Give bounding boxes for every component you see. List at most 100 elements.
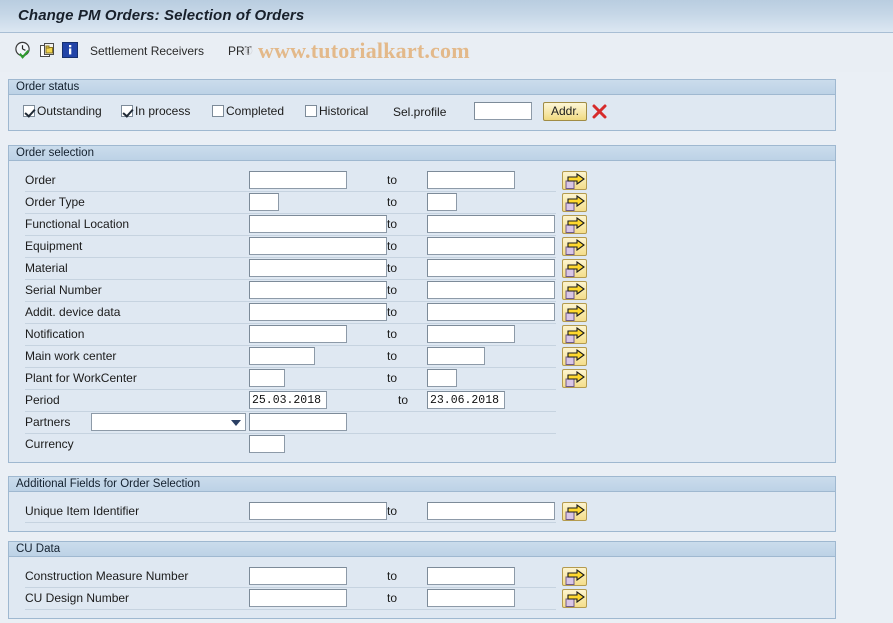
to-label-0: to <box>387 504 397 518</box>
field-label-5: Serial Number <box>25 283 102 297</box>
sap-screen: Change PM Orders: Selection of Orders Se… <box>0 0 893 623</box>
order-selection-header: Order selection <box>9 146 835 161</box>
field-to-2[interactable] <box>427 215 555 233</box>
field-to-3[interactable] <box>427 237 555 255</box>
order-status-panel: Order status Outstanding In process Comp… <box>8 79 836 131</box>
currency-label: Currency <box>25 437 74 451</box>
checkbox-in-process[interactable]: In process <box>121 104 190 118</box>
row-separator <box>25 411 556 412</box>
cu-data-panel: CU Data Construction Measure Number to CU … <box>8 541 836 619</box>
row-separator <box>25 367 556 368</box>
field-label-4: Material <box>25 261 68 275</box>
to-label-2: to <box>387 217 397 231</box>
field-label-7: Notification <box>25 327 84 341</box>
multi-select-arrow-icon-4[interactable] <box>562 259 587 278</box>
row-separator <box>25 345 556 346</box>
sel-profile-label: Sel.profile <box>393 105 446 119</box>
field-to-1[interactable] <box>427 193 457 211</box>
cu-data-header: CU Data <box>9 542 835 557</box>
field-from-2[interactable] <box>249 215 387 233</box>
field-from-5[interactable] <box>249 281 387 299</box>
field-from-0[interactable] <box>249 567 347 585</box>
field-from-1[interactable] <box>249 589 347 607</box>
chevron-down-icon[interactable] <box>231 420 241 426</box>
field-from-7[interactable] <box>249 325 347 343</box>
multi-select-arrow-icon-3[interactable] <box>562 237 587 256</box>
multi-select-arrow-icon-0[interactable] <box>562 171 587 190</box>
field-to-0[interactable] <box>427 171 515 189</box>
field-label-3: Equipment <box>25 239 82 253</box>
multi-select-arrow-icon-1[interactable] <box>562 589 587 608</box>
addr-button[interactable]: Addr. <box>543 102 587 121</box>
checkbox-historical[interactable]: Historical <box>305 104 368 118</box>
to-label-6: to <box>387 305 397 319</box>
row-separator <box>25 587 556 588</box>
checkbox-outstanding-box[interactable] <box>23 105 35 117</box>
field-to-8[interactable] <box>427 347 485 365</box>
order-status-header: Order status <box>9 80 835 95</box>
to-label-0: to <box>387 173 397 187</box>
field-from-3[interactable] <box>249 237 387 255</box>
multi-select-arrow-icon-7[interactable] <box>562 325 587 344</box>
checkbox-completed-label: Completed <box>226 104 284 118</box>
field-from-8[interactable] <box>249 347 315 365</box>
period-to-label: to <box>398 393 408 407</box>
copy-document-icon[interactable] <box>38 41 57 60</box>
field-to-0[interactable] <box>427 502 555 520</box>
to-label-0: to <box>387 569 397 583</box>
multi-select-arrow-icon-9[interactable] <box>562 369 587 388</box>
row-separator <box>25 235 556 236</box>
red-x-icon[interactable] <box>592 104 607 124</box>
field-to-9[interactable] <box>427 369 457 387</box>
execute-clock-icon[interactable] <box>14 41 33 60</box>
currency-input[interactable] <box>249 435 285 453</box>
page-title: Change PM Orders: Selection of Orders <box>18 7 304 24</box>
checkbox-outstanding-label: Outstanding <box>37 104 102 118</box>
row-separator <box>25 609 556 610</box>
settlement-receivers-button[interactable]: Settlement Receivers <box>90 44 204 58</box>
checkbox-completed-box[interactable] <box>212 105 224 117</box>
field-to-6[interactable] <box>427 303 555 321</box>
checkbox-in-process-label: In process <box>135 104 190 118</box>
multi-select-arrow-icon-2[interactable] <box>562 215 587 234</box>
to-label-3: to <box>387 239 397 253</box>
field-label-1: CU Design Number <box>25 591 129 605</box>
row-separator <box>25 279 556 280</box>
multi-select-arrow-icon-6[interactable] <box>562 303 587 322</box>
field-from-6[interactable] <box>249 303 387 321</box>
field-label-0: Construction Measure Number <box>25 569 188 583</box>
info-icon[interactable] <box>62 42 78 58</box>
field-to-1[interactable] <box>427 589 515 607</box>
field-to-0[interactable] <box>427 567 515 585</box>
field-from-1[interactable] <box>249 193 279 211</box>
field-label-2: Functional Location <box>25 217 129 231</box>
field-from-0[interactable] <box>249 502 387 520</box>
field-to-4[interactable] <box>427 259 555 277</box>
multi-select-arrow-icon-0[interactable] <box>562 567 587 586</box>
to-label-5: to <box>387 283 397 297</box>
multi-select-arrow-icon-5[interactable] <box>562 281 587 300</box>
field-to-7[interactable] <box>427 325 515 343</box>
field-from-9[interactable] <box>249 369 285 387</box>
field-label-9: Plant for WorkCenter <box>25 371 137 385</box>
sel-profile-input[interactable] <box>474 102 532 120</box>
period-from-input[interactable] <box>249 391 327 409</box>
partners-dropdown[interactable] <box>91 413 246 431</box>
field-label-0: Order <box>25 173 56 187</box>
partners-value-input[interactable] <box>249 413 347 431</box>
to-label-7: to <box>387 327 397 341</box>
checkbox-in-process-box[interactable] <box>121 105 133 117</box>
field-to-5[interactable] <box>427 281 555 299</box>
field-from-4[interactable] <box>249 259 387 277</box>
checkbox-outstanding[interactable]: Outstanding <box>23 104 102 118</box>
multi-select-arrow-icon-0[interactable] <box>562 502 587 521</box>
checkbox-completed[interactable]: Completed <box>212 104 284 118</box>
multi-select-arrow-icon-8[interactable] <box>562 347 587 366</box>
row-separator <box>25 433 556 434</box>
period-to-input[interactable] <box>427 391 505 409</box>
checkbox-historical-label: Historical <box>319 104 368 118</box>
field-from-0[interactable] <box>249 171 347 189</box>
multi-select-arrow-icon-1[interactable] <box>562 193 587 212</box>
checkbox-historical-box[interactable] <box>305 105 317 117</box>
additional-fields-header: Additional Fields for Order Selection <box>9 477 835 492</box>
